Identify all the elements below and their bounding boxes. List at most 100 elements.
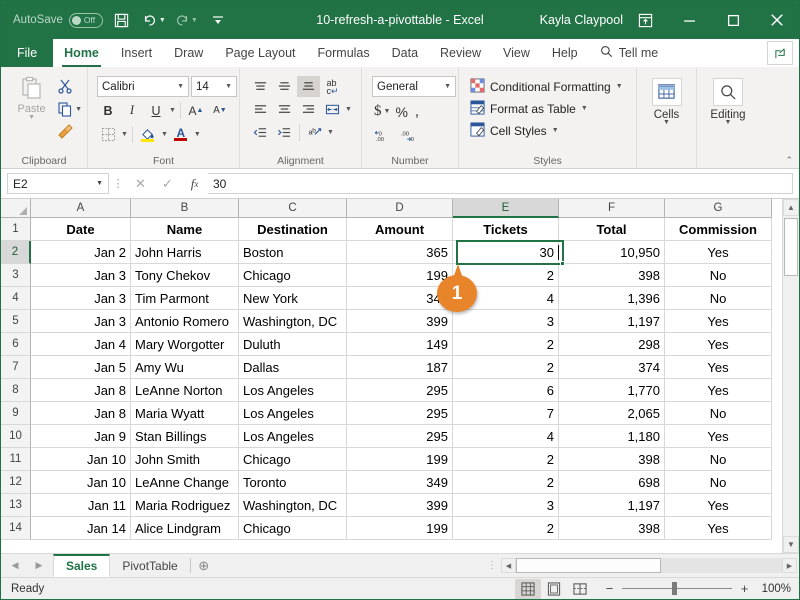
- cut-button[interactable]: [57, 76, 82, 96]
- cell-f4[interactable]: 1,396: [559, 287, 665, 310]
- tell-me-search[interactable]: Tell me: [589, 39, 670, 67]
- cell-e13[interactable]: 3: [453, 494, 559, 517]
- page-layout-view-icon[interactable]: [541, 579, 567, 599]
- cell-f10[interactable]: 1,180: [559, 425, 665, 448]
- cell-d12[interactable]: 349: [347, 471, 453, 494]
- merge-and-center-icon[interactable]: [321, 99, 344, 120]
- cell-f5[interactable]: 1,197: [559, 310, 665, 333]
- cell-f13[interactable]: 1,197: [559, 494, 665, 517]
- cell-b11[interactable]: John Smith: [131, 448, 239, 471]
- cell-a7[interactable]: Jan 5: [31, 356, 131, 379]
- insert-function-icon[interactable]: fx: [181, 173, 208, 194]
- cell-b5[interactable]: Antonio Romero: [131, 310, 239, 333]
- orientation-icon[interactable]: ab: [303, 122, 326, 143]
- format-as-table-button[interactable]: Format as Table ▼: [470, 98, 623, 119]
- tab-help[interactable]: Help: [541, 39, 589, 67]
- redo-dropdown-icon[interactable]: ▼: [191, 17, 198, 24]
- align-center-icon[interactable]: [273, 99, 296, 120]
- font-name-dropdown-icon[interactable]: ▼: [177, 83, 184, 90]
- cell-c1[interactable]: Destination: [239, 218, 347, 241]
- collapse-ribbon-icon[interactable]: ⌃: [785, 155, 793, 166]
- tab-file[interactable]: File: [1, 39, 54, 67]
- ribbon-display-options-icon[interactable]: [623, 1, 667, 39]
- row-header-8[interactable]: 8: [1, 379, 31, 402]
- increase-decimal-icon[interactable]: .00 0: [400, 129, 418, 145]
- close-icon[interactable]: [755, 1, 799, 39]
- scroll-up-icon[interactable]: ▲: [783, 199, 799, 216]
- cell-a9[interactable]: Jan 8: [31, 402, 131, 425]
- tab-page-layout[interactable]: Page Layout: [214, 39, 306, 67]
- cell-c13[interactable]: Washington, DC: [239, 494, 347, 517]
- cell-e9[interactable]: 7: [453, 402, 559, 425]
- cell-c8[interactable]: Los Angeles: [239, 379, 347, 402]
- cell-g8[interactable]: Yes: [665, 379, 772, 402]
- number-format-combo[interactable]: General ▼: [372, 76, 456, 97]
- cell-d5[interactable]: 399: [347, 310, 453, 333]
- cell-a8[interactable]: Jan 8: [31, 379, 131, 402]
- column-header-c[interactable]: C: [239, 199, 347, 218]
- cell-f12[interactable]: 698: [559, 471, 665, 494]
- vertical-scroll-thumb[interactable]: [784, 218, 798, 276]
- select-all-corner[interactable]: [1, 199, 31, 218]
- format-painter-button[interactable]: [57, 122, 82, 142]
- cell-a10[interactable]: Jan 9: [31, 425, 131, 448]
- cell-a2[interactable]: Jan 2: [31, 241, 131, 264]
- wrap-text-icon[interactable]: ab c↵: [321, 76, 344, 97]
- cell-c14[interactable]: Chicago: [239, 517, 347, 540]
- customize-quick-access-icon[interactable]: [205, 7, 231, 33]
- maximize-icon[interactable]: [711, 1, 755, 39]
- cell-d10[interactable]: 295: [347, 425, 453, 448]
- cell-a14[interactable]: Jan 14: [31, 517, 131, 540]
- share-icon[interactable]: [767, 41, 793, 65]
- shrink-font-button[interactable]: A ▼: [209, 100, 231, 121]
- cell-b13[interactable]: Maria Rodriguez: [131, 494, 239, 517]
- cell-f3[interactable]: 398: [559, 264, 665, 287]
- cell-d9[interactable]: 295: [347, 402, 453, 425]
- cell-a11[interactable]: Jan 10: [31, 448, 131, 471]
- tab-insert[interactable]: Insert: [110, 39, 163, 67]
- row-header-11[interactable]: 11: [1, 448, 31, 471]
- row-header-3[interactable]: 3: [1, 264, 31, 287]
- cell-c5[interactable]: Washington, DC: [239, 310, 347, 333]
- cell-d11[interactable]: 199: [347, 448, 453, 471]
- cell-f11[interactable]: 398: [559, 448, 665, 471]
- align-top-icon[interactable]: [249, 76, 272, 97]
- comma-style-icon[interactable]: ,: [415, 103, 419, 120]
- cell-g7[interactable]: Yes: [665, 356, 772, 379]
- cell-g14[interactable]: Yes: [665, 517, 772, 540]
- column-header-a[interactable]: A: [31, 199, 131, 218]
- cell-a1[interactable]: Date: [31, 218, 131, 241]
- cell-d2[interactable]: 365: [347, 241, 453, 264]
- percent-icon[interactable]: %: [395, 104, 407, 120]
- column-header-b[interactable]: B: [131, 199, 239, 218]
- column-header-g[interactable]: G: [665, 199, 772, 218]
- cell-e7[interactable]: 2: [453, 356, 559, 379]
- cell-d6[interactable]: 149: [347, 333, 453, 356]
- cell-a4[interactable]: Jan 3: [31, 287, 131, 310]
- zoom-slider-thumb[interactable]: [672, 582, 677, 595]
- row-header-12[interactable]: 12: [1, 471, 31, 494]
- cell-c10[interactable]: Los Angeles: [239, 425, 347, 448]
- font-color-icon[interactable]: A: [170, 124, 192, 145]
- cell-e10[interactable]: 4: [453, 425, 559, 448]
- column-header-f[interactable]: F: [559, 199, 665, 218]
- font-name-combo[interactable]: Calibri ▼: [97, 76, 189, 97]
- normal-view-icon[interactable]: [515, 578, 541, 599]
- align-bottom-icon[interactable]: [297, 76, 320, 97]
- borders-icon[interactable]: [97, 124, 119, 145]
- cell-e6[interactable]: 2: [453, 333, 559, 356]
- cell-g4[interactable]: No: [665, 287, 772, 310]
- cell-c9[interactable]: Los Angeles: [239, 402, 347, 425]
- zoom-in-button[interactable]: +: [738, 581, 751, 596]
- user-account-name[interactable]: Kayla Claypool: [540, 13, 623, 27]
- cell-c7[interactable]: Dallas: [239, 356, 347, 379]
- row-header-13[interactable]: 13: [1, 494, 31, 517]
- italic-button[interactable]: I: [121, 100, 143, 121]
- sheet-tab-pivottable[interactable]: PivotTable: [110, 554, 190, 577]
- align-left-icon[interactable]: [249, 99, 272, 120]
- cell-b2[interactable]: John Harris: [131, 241, 239, 264]
- sheet-tab-sales[interactable]: Sales: [53, 554, 111, 577]
- increase-indent-icon[interactable]: [273, 122, 296, 143]
- cell-e2[interactable]: 30: [453, 241, 559, 264]
- copy-dropdown-icon[interactable]: ▼: [75, 106, 82, 113]
